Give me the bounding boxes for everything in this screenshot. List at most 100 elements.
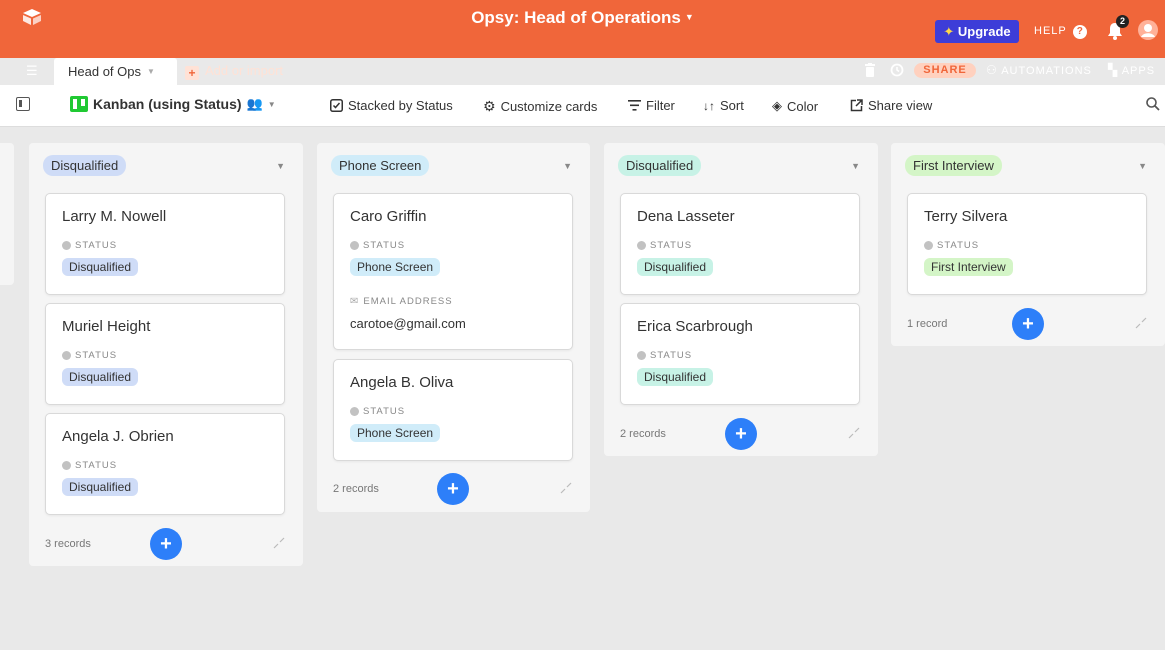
single-select-icon [350,407,359,416]
single-select-icon [924,241,933,250]
column-title: First Interview [905,155,1002,176]
record-card[interactable]: Angela J. Obrien STATUS Disqualified [45,413,285,515]
kanban-column: Disqualified ▼ Dena Lasseter STATUS Disq… [604,143,878,456]
collapse-icon[interactable] [560,482,572,494]
checkbox-icon [330,99,343,112]
apps-button[interactable]: ▚ APPS [1108,63,1155,77]
card-title: Caro Griffin [350,208,427,225]
filter-icon [628,100,641,111]
status-value: Phone Screen [350,424,441,442]
add-record-button[interactable]: + [437,473,469,505]
card-title: Angela J. Obrien [62,428,174,445]
field-label: STATUS [62,240,117,251]
column-header[interactable]: First Interview [905,155,1002,176]
collapse-icon[interactable] [273,537,285,549]
hidden-stack-panel[interactable] [0,143,14,285]
single-select-icon [637,241,646,250]
status-value: Disqualified [62,368,139,386]
kanban-column: Disqualified ▼ Larry M. Nowell STATUS Di… [29,143,303,566]
sort-button[interactable]: ↓↑ Sort [703,98,744,113]
chevron-down-icon[interactable]: ▼ [1138,161,1147,171]
external-link-icon [850,99,863,112]
card-title: Larry M. Nowell [62,208,167,225]
card-title: Erica Scarbrough [637,318,753,335]
record-count: 2 records [620,428,666,440]
collapse-icon[interactable] [848,427,860,439]
plus-icon: + [185,66,199,80]
notification-badge: 2 [1116,15,1129,28]
status-value: Disqualified [62,478,139,496]
user-avatar-icon[interactable] [1138,20,1158,40]
column-title: Phone Screen [331,155,430,176]
sidebar-toggle-icon[interactable] [16,97,30,111]
single-select-icon [637,351,646,360]
card-title: Terry Silvera [924,208,1008,225]
add-record-button[interactable]: + [1012,308,1044,340]
history-icon[interactable] [890,63,904,77]
record-card[interactable]: Muriel Height STATUS Disqualified [45,303,285,405]
kanban-column: First Interview ▼ Terry Silvera STATUS F… [891,143,1165,346]
record-card[interactable]: Caro Griffin STATUS Phone Screen ✉ EMAIL … [333,193,573,350]
mail-icon: ✉ [350,296,360,307]
column-header[interactable]: Disqualified [618,155,702,176]
paint-bucket-icon: ◈ [772,98,782,113]
card-title: Dena Lasseter [637,208,735,225]
field-label: STATUS [637,240,692,251]
field-label: STATUS [62,460,117,471]
record-card[interactable]: Larry M. Nowell STATUS Disqualified [45,193,285,295]
color-button[interactable]: ◈ Color [772,98,818,114]
single-select-icon [350,241,359,250]
menu-icon[interactable]: ☰ [26,63,38,79]
sparkle-icon: ✦ [943,24,955,39]
column-header[interactable]: Disqualified [43,155,127,176]
field-label: STATUS [350,240,405,251]
kanban-icon [70,96,88,112]
search-icon[interactable] [1146,97,1160,111]
status-value: First Interview [924,258,1013,276]
apps-icon: ▚ [1108,63,1119,77]
chevron-down-icon[interactable]: ▼ [563,161,572,171]
collaborators-icon: 👥 [246,96,263,111]
card-title: Muriel Height [62,318,151,335]
column-header[interactable]: Phone Screen [331,155,430,176]
filter-button[interactable]: Filter [628,98,675,113]
single-select-icon [62,351,71,360]
card-title: Angela B. Oliva [350,374,454,391]
single-select-icon [62,461,71,470]
add-record-button[interactable]: + [150,528,182,560]
upgrade-button[interactable]: ✦ Upgrade [935,20,1019,43]
customize-cards-button[interactable]: ⚙ Customize cards [483,98,597,115]
field-label: STATUS [350,406,405,417]
chevron-down-icon: ▼ [684,12,694,22]
record-count: 3 records [45,538,91,550]
record-card[interactable]: Dena Lasseter STATUS Disqualified [620,193,860,295]
field-label: ✉ EMAIL ADDRESS [350,296,453,307]
gear-icon: ⚙ [483,98,496,114]
automations-button[interactable]: ⚇ AUTOMATIONS [986,63,1092,77]
view-switcher[interactable]: Kanban (using Status) 👥 ▼ [70,96,276,112]
trash-icon[interactable] [864,63,876,77]
record-card[interactable]: Erica Scarbrough STATUS Disqualified [620,303,860,405]
column-title: Disqualified [618,155,702,176]
sort-icon: ↓↑ [703,98,715,113]
field-label: STATUS [637,350,692,361]
email-value: carotoe@gmail.com [350,316,466,331]
chevron-down-icon[interactable]: ▼ [276,161,285,171]
share-view-button[interactable]: Share view [850,98,932,113]
automations-icon: ⚇ [986,63,998,77]
record-card[interactable]: Angela B. Oliva STATUS Phone Screen [333,359,573,461]
record-count: 2 records [333,483,379,495]
stacked-by-button[interactable]: Stacked by Status [330,98,453,113]
help-button[interactable]: HELP? [1034,25,1087,39]
field-label: STATUS [62,350,117,361]
chevron-down-icon[interactable]: ▼ [851,161,860,171]
tab-head-of-ops[interactable]: Head of Ops ▼ [54,58,177,85]
add-record-button[interactable]: + [725,418,757,450]
add-or-import-button[interactable]: + Add or import [185,63,283,80]
field-label: STATUS [924,240,979,251]
collapse-icon[interactable] [1135,317,1147,329]
share-button[interactable]: SHARE [914,63,976,78]
record-card[interactable]: Terry Silvera STATUS First Interview [907,193,1147,295]
chevron-down-icon: ▼ [147,67,155,76]
status-value: Disqualified [637,368,714,386]
